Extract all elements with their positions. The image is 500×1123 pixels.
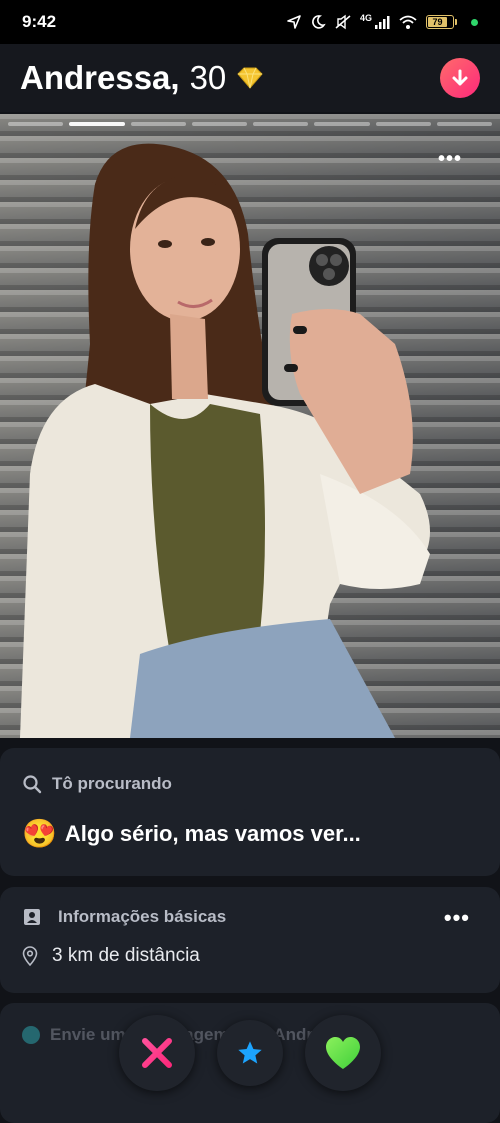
- photo-indicator[interactable]: [436, 122, 492, 126]
- photo-indicator[interactable]: [375, 122, 431, 126]
- star-icon: [238, 1041, 262, 1064]
- photo-more-button[interactable]: •••: [438, 148, 462, 171]
- close-icon: [142, 1038, 172, 1068]
- nope-button[interactable]: [119, 1015, 195, 1091]
- basic-info-more-button[interactable]: •••: [444, 905, 470, 931]
- profile-name: Andressa,: [20, 59, 180, 96]
- distance-text: 3 km de distância: [52, 945, 200, 966]
- heart-icon: [326, 1037, 360, 1069]
- collapse-profile-button[interactable]: [440, 58, 480, 98]
- battery-level: 79: [428, 17, 447, 27]
- looking-for-title: Tô procurando: [52, 774, 172, 793]
- basic-info-heading: Informações básicas: [22, 907, 226, 927]
- wifi-icon: [399, 15, 417, 29]
- network-label: 4G: [359, 13, 372, 23]
- search-icon: [22, 774, 42, 794]
- photo-indicator[interactable]: [191, 122, 247, 126]
- status-time: 9:42: [22, 12, 57, 31]
- photo-indicator[interactable]: [314, 122, 370, 126]
- mute-icon: [335, 14, 351, 30]
- distance-row: 3 km de distância: [22, 945, 200, 967]
- gem-icon: [236, 66, 264, 90]
- photo-indicator[interactable]: [130, 122, 186, 126]
- moon-icon: [312, 15, 326, 29]
- photo-indicator[interactable]: [69, 122, 125, 126]
- looking-for-value: Algo sério, mas vamos ver...: [64, 821, 361, 846]
- photo-indicator[interactable]: [253, 122, 309, 126]
- looking-for-heading: Tô procurando: [22, 774, 172, 794]
- basic-info-title: Informações básicas: [58, 907, 227, 926]
- profile-age: 30: [189, 59, 227, 96]
- looking-for-card: Tô procurando 😍 Algo sério, mas vamos ve…: [0, 748, 500, 876]
- profile-header: Andressa, 30: [0, 44, 500, 112]
- like-button[interactable]: [305, 1015, 381, 1091]
- profile-photo[interactable]: •••: [0, 114, 500, 738]
- signal-icon: [375, 16, 390, 29]
- arrow-down-icon: [452, 69, 468, 86]
- status-dot: [471, 18, 478, 26]
- basic-info-card: Informações básicas ••• 3 km de distânci…: [0, 887, 500, 993]
- looking-for-value-row: 😍 Algo sério, mas vamos ver...: [22, 820, 361, 848]
- heart-eyes-emoji: 😍: [22, 818, 57, 849]
- photo-indicator[interactable]: [8, 122, 64, 126]
- status-icons: 4G 79: [286, 13, 478, 30]
- battery-indicator: 79: [426, 15, 457, 29]
- profile-photo-image: [0, 114, 500, 738]
- status-bar: 9:42 4G 79: [0, 0, 500, 44]
- id-card-icon: [22, 907, 42, 927]
- super-like-button[interactable]: [217, 1020, 283, 1086]
- location-pin-icon: [22, 946, 38, 966]
- action-bar: [0, 1012, 500, 1092]
- photo-progress: [8, 122, 492, 126]
- location-arrow-icon: [287, 15, 301, 29]
